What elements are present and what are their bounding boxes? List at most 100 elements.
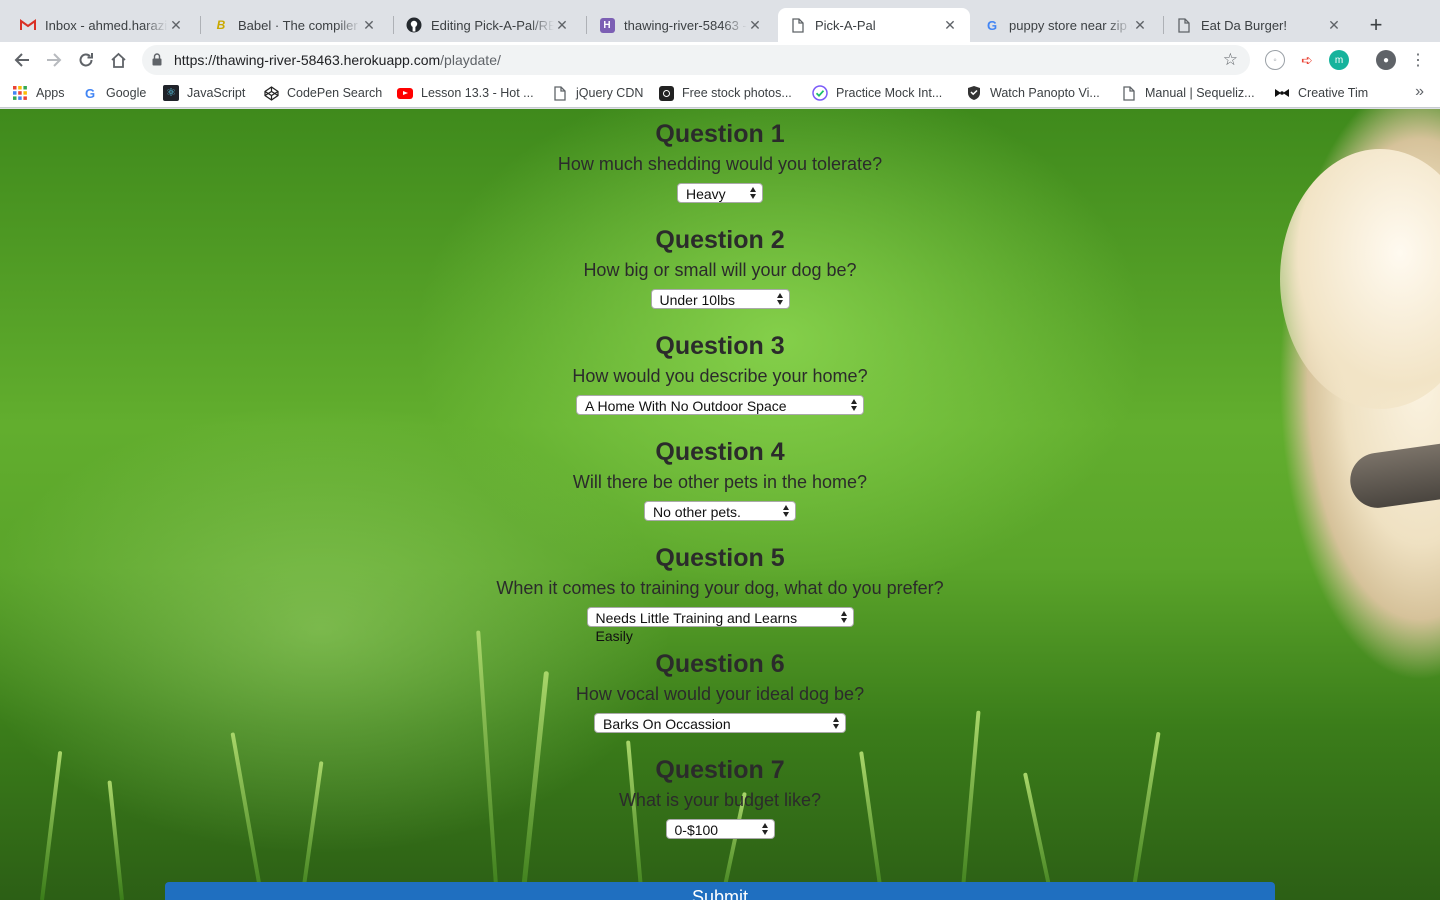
extension-circle-icon[interactable]: ◦ bbox=[1265, 50, 1285, 70]
question-5: Question 5 When it comes to training you… bbox=[0, 543, 1440, 646]
url-path: /playdate/ bbox=[440, 52, 501, 68]
question-text: How vocal would your ideal dog be? bbox=[575, 684, 865, 704]
extension-m-icon[interactable]: m bbox=[1329, 50, 1349, 70]
submit-button[interactable]: Submit bbox=[165, 882, 1275, 900]
question-4: Question 4 Will there be other pets in t… bbox=[0, 437, 1440, 522]
new-tab-button[interactable]: + bbox=[1362, 12, 1390, 40]
close-icon[interactable]: ✕ bbox=[942, 17, 958, 33]
bookmark-label: Free stock photos... bbox=[682, 86, 792, 100]
document-icon bbox=[790, 17, 806, 33]
menu-kebab-icon[interactable]: ⋮ bbox=[1408, 50, 1428, 70]
tab-heroku[interactable]: H thawing-river-58463 - ✕ bbox=[587, 8, 775, 42]
tab-title: Editing Pick-A-Pal/REA bbox=[431, 17, 554, 33]
close-icon[interactable]: ✕ bbox=[168, 17, 184, 33]
question-2: Question 2 How big or small will your do… bbox=[0, 225, 1440, 310]
tab-google-search[interactable]: G puppy store near zip c ✕ bbox=[972, 8, 1160, 42]
tab-gmail[interactable]: Inbox - ahmed.harazi2 ✕ bbox=[8, 8, 196, 42]
bookmark-label: Watch Panopto Vi... bbox=[990, 86, 1100, 100]
other-pets-select[interactable]: No other pets. bbox=[644, 501, 796, 521]
select-value: Under 10lbs bbox=[659, 292, 736, 308]
bookmark-label: Google bbox=[106, 86, 147, 100]
home-select[interactable]: A Home With No Outdoor Space bbox=[576, 395, 864, 415]
camera-icon bbox=[658, 85, 674, 101]
arrow-right-icon bbox=[47, 53, 62, 67]
close-icon[interactable]: ✕ bbox=[554, 17, 570, 33]
bookmark-panopto[interactable]: Watch Panopto Vi... bbox=[966, 84, 1100, 102]
tab-github[interactable]: Editing Pick-A-Pal/REA ✕ bbox=[394, 8, 582, 42]
document-icon bbox=[1176, 17, 1192, 33]
select-arrows-icon bbox=[749, 186, 757, 200]
question-1: Question 1 How much shedding would you t… bbox=[0, 119, 1440, 204]
vocal-select[interactable]: Barks On Occassion bbox=[594, 713, 846, 733]
bookmark-free-stock-photos[interactable]: Free stock photos... bbox=[658, 84, 792, 102]
home-icon bbox=[110, 52, 126, 68]
bowtie-icon bbox=[1274, 85, 1290, 101]
select-arrows-icon bbox=[776, 292, 784, 306]
bookmark-apps[interactable]: Apps bbox=[12, 84, 65, 102]
training-select[interactable]: Needs Little Training and Learns Easily bbox=[586, 607, 854, 644]
select-arrows-icon bbox=[850, 398, 858, 412]
document-icon bbox=[1121, 85, 1137, 101]
arrow-left-icon bbox=[14, 53, 29, 67]
select-arrows-icon bbox=[761, 822, 769, 836]
babel-icon: B bbox=[216, 18, 226, 32]
bookmark-label: JavaScript bbox=[187, 86, 246, 100]
react-icon: ⚛ bbox=[163, 85, 179, 101]
bookmark-label: Practice Mock Int... bbox=[836, 86, 943, 100]
bookmarks-bar: Apps G Google ⚛ JavaScript CodePen Searc… bbox=[0, 78, 1440, 108]
question-title: Question 4 bbox=[655, 438, 785, 466]
bookmark-codepen[interactable]: CodePen Search bbox=[263, 84, 382, 102]
tab-eat-da-burger[interactable]: Eat Da Burger! ✕ bbox=[1164, 8, 1354, 42]
select-arrows-icon bbox=[832, 716, 840, 730]
codepen-icon bbox=[263, 85, 279, 101]
bookmark-javascript[interactable]: ⚛ JavaScript bbox=[163, 84, 245, 102]
url-text: https://thawing-river-58463.herokuapp.co… bbox=[174, 52, 501, 68]
lock-icon bbox=[152, 53, 162, 71]
select-arrows-icon bbox=[782, 504, 790, 518]
question-title: Question 3 bbox=[655, 332, 785, 360]
question-text: How would you describe your home? bbox=[572, 366, 868, 386]
home-button[interactable] bbox=[104, 46, 132, 74]
bookmark-sequelize[interactable]: Manual | Sequeliz... bbox=[1121, 84, 1255, 102]
address-bar[interactable]: https://thawing-river-58463.herokuapp.co… bbox=[142, 45, 1250, 75]
select-value: No other pets. bbox=[653, 504, 741, 520]
extension-cast-icon[interactable]: ➪ bbox=[1297, 50, 1317, 70]
bookmark-lesson[interactable]: Lesson 13.3 - Hot ... bbox=[397, 84, 534, 102]
close-icon[interactable]: ✕ bbox=[1132, 17, 1148, 33]
bookmark-creative-tim[interactable]: Creative Tim bbox=[1274, 84, 1368, 102]
close-icon[interactable]: ✕ bbox=[1326, 17, 1342, 33]
close-icon[interactable]: ✕ bbox=[747, 17, 763, 33]
bookmark-jquery[interactable]: jQuery CDN bbox=[552, 84, 643, 102]
tab-pick-a-pal[interactable]: Pick-A-Pal ✕ bbox=[778, 8, 970, 42]
apps-grid-icon bbox=[12, 85, 28, 101]
bookmarks-overflow-chevron-icon[interactable]: » bbox=[1415, 83, 1424, 101]
question-3: Question 3 How would you describe your h… bbox=[0, 331, 1440, 416]
budget-select[interactable]: 0-$100 bbox=[665, 819, 775, 839]
question-text: What is your budget like? bbox=[618, 790, 822, 810]
question-title: Question 7 bbox=[655, 756, 785, 784]
github-icon bbox=[406, 17, 422, 33]
tab-babel[interactable]: B Babel · The compiler fo ✕ bbox=[201, 8, 389, 42]
select-value: A Home With No Outdoor Space bbox=[585, 398, 787, 414]
shedding-select[interactable]: Heavy bbox=[677, 183, 763, 203]
shield-icon bbox=[966, 85, 982, 101]
reload-icon bbox=[79, 53, 93, 67]
browser-toolbar: https://thawing-river-58463.herokuapp.co… bbox=[0, 42, 1440, 78]
size-select[interactable]: Under 10lbs bbox=[650, 289, 790, 309]
question-title: Question 1 bbox=[655, 120, 785, 148]
back-button[interactable] bbox=[8, 46, 36, 74]
profile-avatar[interactable]: ● bbox=[1376, 50, 1396, 70]
tab-strip: Inbox - ahmed.harazi2 ✕ B Babel · The co… bbox=[0, 0, 1440, 42]
reload-button[interactable] bbox=[72, 46, 100, 74]
gmail-icon bbox=[20, 17, 36, 33]
forward-button[interactable] bbox=[40, 46, 68, 74]
bookmark-google[interactable]: G Google bbox=[82, 84, 146, 102]
close-icon[interactable]: ✕ bbox=[361, 17, 377, 33]
question-7: Question 7 What is your budget like? 0-$… bbox=[0, 755, 1440, 840]
bookmark-star-icon[interactable]: ☆ bbox=[1223, 50, 1238, 70]
question-title: Question 6 bbox=[655, 650, 785, 678]
check-circle-icon bbox=[812, 85, 828, 101]
bookmark-label: Creative Tim bbox=[1298, 86, 1369, 100]
bookmark-label: jQuery CDN bbox=[576, 86, 644, 100]
bookmark-practice-mock[interactable]: Practice Mock Int... bbox=[812, 84, 942, 102]
